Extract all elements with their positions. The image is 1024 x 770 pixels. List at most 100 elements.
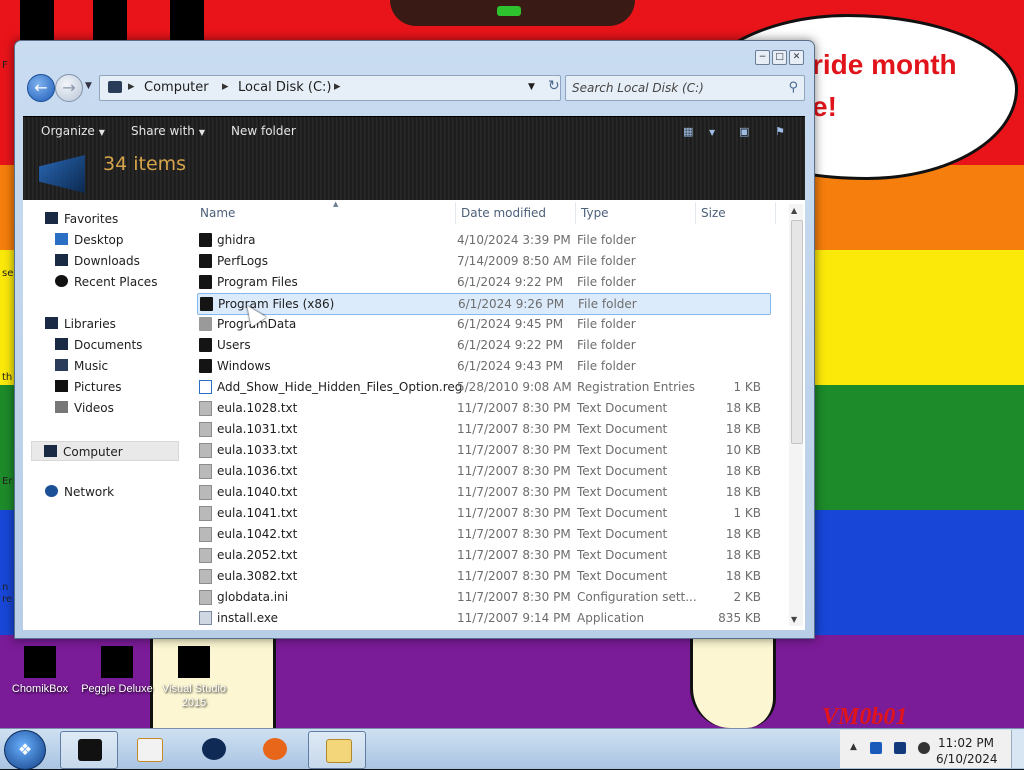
chevron-right-icon[interactable]: ▸ — [334, 79, 341, 94]
breadcrumb-local-disk[interactable]: Local Disk (C:) — [238, 80, 331, 95]
nav-libraries[interactable]: Libraries — [45, 317, 116, 331]
new-folder-button[interactable]: New folder — [231, 124, 296, 138]
file-row[interactable]: eula.1042.txt 11/7/2007 8:30 PM Text Docum… — [197, 524, 769, 544]
preview-pane-icon[interactable]: ▣ — [739, 125, 749, 138]
search-icon[interactable]: ⚲ — [788, 80, 798, 95]
nav-favorites[interactable]: Favorites — [45, 212, 118, 226]
file-name: eula.1033.txt — [217, 443, 298, 457]
file-row[interactable]: eula.1036.txt 11/7/2007 8:30 PM Text Docum… — [197, 461, 769, 481]
column-header-size[interactable]: Size — [701, 206, 726, 220]
nav-computer[interactable]: Computer — [31, 441, 179, 461]
show-desktop-button[interactable] — [1011, 730, 1024, 768]
file-row[interactable]: eula.1041.txt 11/7/2007 8:30 PM Text Docum… — [197, 503, 769, 523]
file-date-modified: 6/1/2024 9:43 PM — [457, 359, 564, 373]
file-row[interactable]: ghidra 4/10/2024 3:39 PM File folder — [197, 230, 769, 250]
system-tray: ▲ 11:02 PM 6/10/2024 — [840, 730, 1024, 768]
file-row[interactable]: PerfLogs 7/14/2009 8:50 AM File folder — [197, 251, 769, 271]
minimize-button[interactable]: − — [755, 50, 770, 65]
column-divider[interactable] — [455, 202, 456, 224]
clock-time[interactable]: 11:02 PM — [938, 736, 994, 750]
search-box[interactable]: ⚲ — [565, 75, 805, 101]
volume-icon[interactable] — [918, 742, 930, 754]
clock-date[interactable]: 6/10/2024 — [936, 752, 998, 766]
file-row[interactable]: Windows 6/1/2024 9:43 PM File folder — [197, 356, 769, 376]
file-size: 18 KB — [725, 548, 761, 562]
file-row[interactable]: eula.1040.txt 11/7/2007 8:30 PM Text Docum… — [197, 482, 769, 502]
address-bar[interactable]: ▸ Computer ▸ Local Disk (C:) ▸ ▼ ↻ — [99, 75, 561, 101]
desktop-icon-chomikbox[interactable]: ChomikBox — [0, 646, 80, 696]
nav-desktop[interactable]: Desktop — [55, 233, 124, 247]
file-date-modified: 6/1/2024 9:22 PM — [457, 338, 564, 352]
file-date-modified: 11/7/2007 8:30 PM — [457, 422, 571, 436]
file-row[interactable]: eula.2052.txt 11/7/2007 8:30 PM Text Docum… — [197, 545, 769, 565]
vm-label: VM0b01 — [822, 704, 908, 730]
file-row[interactable]: eula.3082.txt 11/7/2007 8:30 PM Text Docum… — [197, 566, 769, 586]
desktop-top-icon[interactable] — [93, 0, 127, 40]
scrollbar-thumb[interactable] — [791, 220, 803, 444]
show-hidden-icons-icon[interactable]: ▲ — [850, 742, 857, 752]
vertical-scrollbar[interactable]: ▲ ▼ — [789, 204, 803, 626]
nav-recent-places[interactable]: Recent Places — [55, 275, 157, 289]
chevron-right-icon[interactable]: ▸ — [222, 79, 229, 94]
file-row[interactable]: install.exe 11/7/2007 9:14 PM Application 8… — [197, 608, 769, 628]
recent-pages-dropdown[interactable]: ▼ — [85, 81, 92, 91]
file-date-modified: 5/28/2010 9:08 AM — [457, 380, 572, 394]
forward-button[interactable]: → — [55, 74, 83, 102]
file-row[interactable]: eula.1028.txt 11/7/2007 8:30 PM Text Docum… — [197, 398, 769, 418]
maximize-button[interactable]: □ — [772, 50, 787, 65]
file-type: File folder — [577, 275, 636, 289]
desktop-icon-peggle[interactable]: Peggle Deluxe — [77, 646, 157, 696]
scroll-up-icon[interactable]: ▲ — [791, 206, 797, 215]
close-button[interactable]: ✕ — [789, 50, 804, 65]
address-dropdown-icon[interactable]: ▼ — [528, 82, 535, 92]
change-view-icon[interactable]: ▦ — [683, 125, 693, 138]
column-header-date[interactable]: Date modified — [461, 206, 546, 220]
organize-button[interactable]: Organize ▼ — [41, 124, 105, 138]
file-row[interactable]: Users 6/1/2024 9:22 PM File folder — [197, 335, 769, 355]
column-divider[interactable] — [575, 202, 576, 224]
taskbar-app-explorer[interactable] — [308, 731, 366, 769]
back-button[interactable]: ← — [27, 74, 55, 102]
file-row[interactable]: eula.1031.txt 11/7/2007 8:30 PM Text Docum… — [197, 419, 769, 439]
column-header-name[interactable]: Name — [200, 206, 235, 220]
nav-pictures[interactable]: Pictures — [55, 380, 122, 394]
desktop-top-icon[interactable] — [170, 0, 204, 40]
nav-music[interactable]: Music — [55, 359, 108, 373]
column-divider[interactable] — [695, 202, 696, 224]
start-button[interactable]: ❖ — [4, 730, 46, 770]
file-row[interactable]: eula.1033.txt 11/7/2007 8:30 PM Text Docum… — [197, 440, 769, 460]
help-icon[interactable]: ⚑ — [775, 125, 785, 138]
file-row[interactable]: Program Files (x86) 6/1/2024 9:26 PM File … — [197, 293, 771, 315]
nav-documents[interactable]: Documents — [55, 338, 142, 352]
text-document-icon — [199, 401, 212, 416]
file-row[interactable]: Program Files 6/1/2024 9:22 PM File folder — [197, 272, 769, 292]
nav-downloads[interactable]: Downloads — [55, 254, 140, 268]
desktop-top-icon[interactable] — [20, 0, 54, 40]
file-row[interactable]: Add_Show_Hide_Hidden_Files_Option.reg 5/2… — [197, 377, 769, 397]
breadcrumb-computer[interactable]: Computer — [144, 80, 209, 95]
text-document-icon — [199, 569, 212, 584]
taskbar-app-browser[interactable] — [185, 731, 241, 767]
network-status-icon[interactable] — [894, 742, 906, 754]
refresh-icon[interactable]: ↻ — [548, 78, 560, 94]
command-bar: Organize ▼ Share with ▼ New folder ▦ ▼ ▣ ⚑… — [23, 116, 805, 201]
column-divider[interactable] — [775, 202, 776, 224]
view-options-dropdown-icon[interactable]: ▼ — [709, 128, 715, 137]
share-with-button[interactable]: Share with ▼ — [131, 124, 205, 138]
nav-videos[interactable]: Videos — [55, 401, 114, 415]
file-type: Configuration sett... — [577, 590, 697, 604]
file-type: Text Document — [577, 527, 668, 541]
desktop-icon-visual-studio[interactable]: Visual Studio 2015 — [154, 646, 234, 710]
taskbar-app-media-player[interactable] — [120, 731, 176, 767]
scroll-down-icon[interactable]: ▼ — [791, 615, 797, 624]
column-header-type[interactable]: Type — [581, 206, 609, 220]
file-size: 18 KB — [725, 569, 761, 583]
search-input[interactable] — [570, 78, 774, 98]
taskbar-app-terminal[interactable] — [60, 731, 118, 769]
file-row[interactable]: globdata.ini 11/7/2007 8:30 PM Configurati… — [197, 587, 769, 607]
taskbar-app-firefox[interactable] — [246, 731, 302, 767]
nav-label: Pictures — [74, 380, 122, 394]
nav-network[interactable]: Network — [45, 485, 114, 499]
tray-app-icon[interactable] — [870, 742, 882, 754]
file-row[interactable]: ProgramData 6/1/2024 9:45 PM File folder — [197, 314, 769, 334]
